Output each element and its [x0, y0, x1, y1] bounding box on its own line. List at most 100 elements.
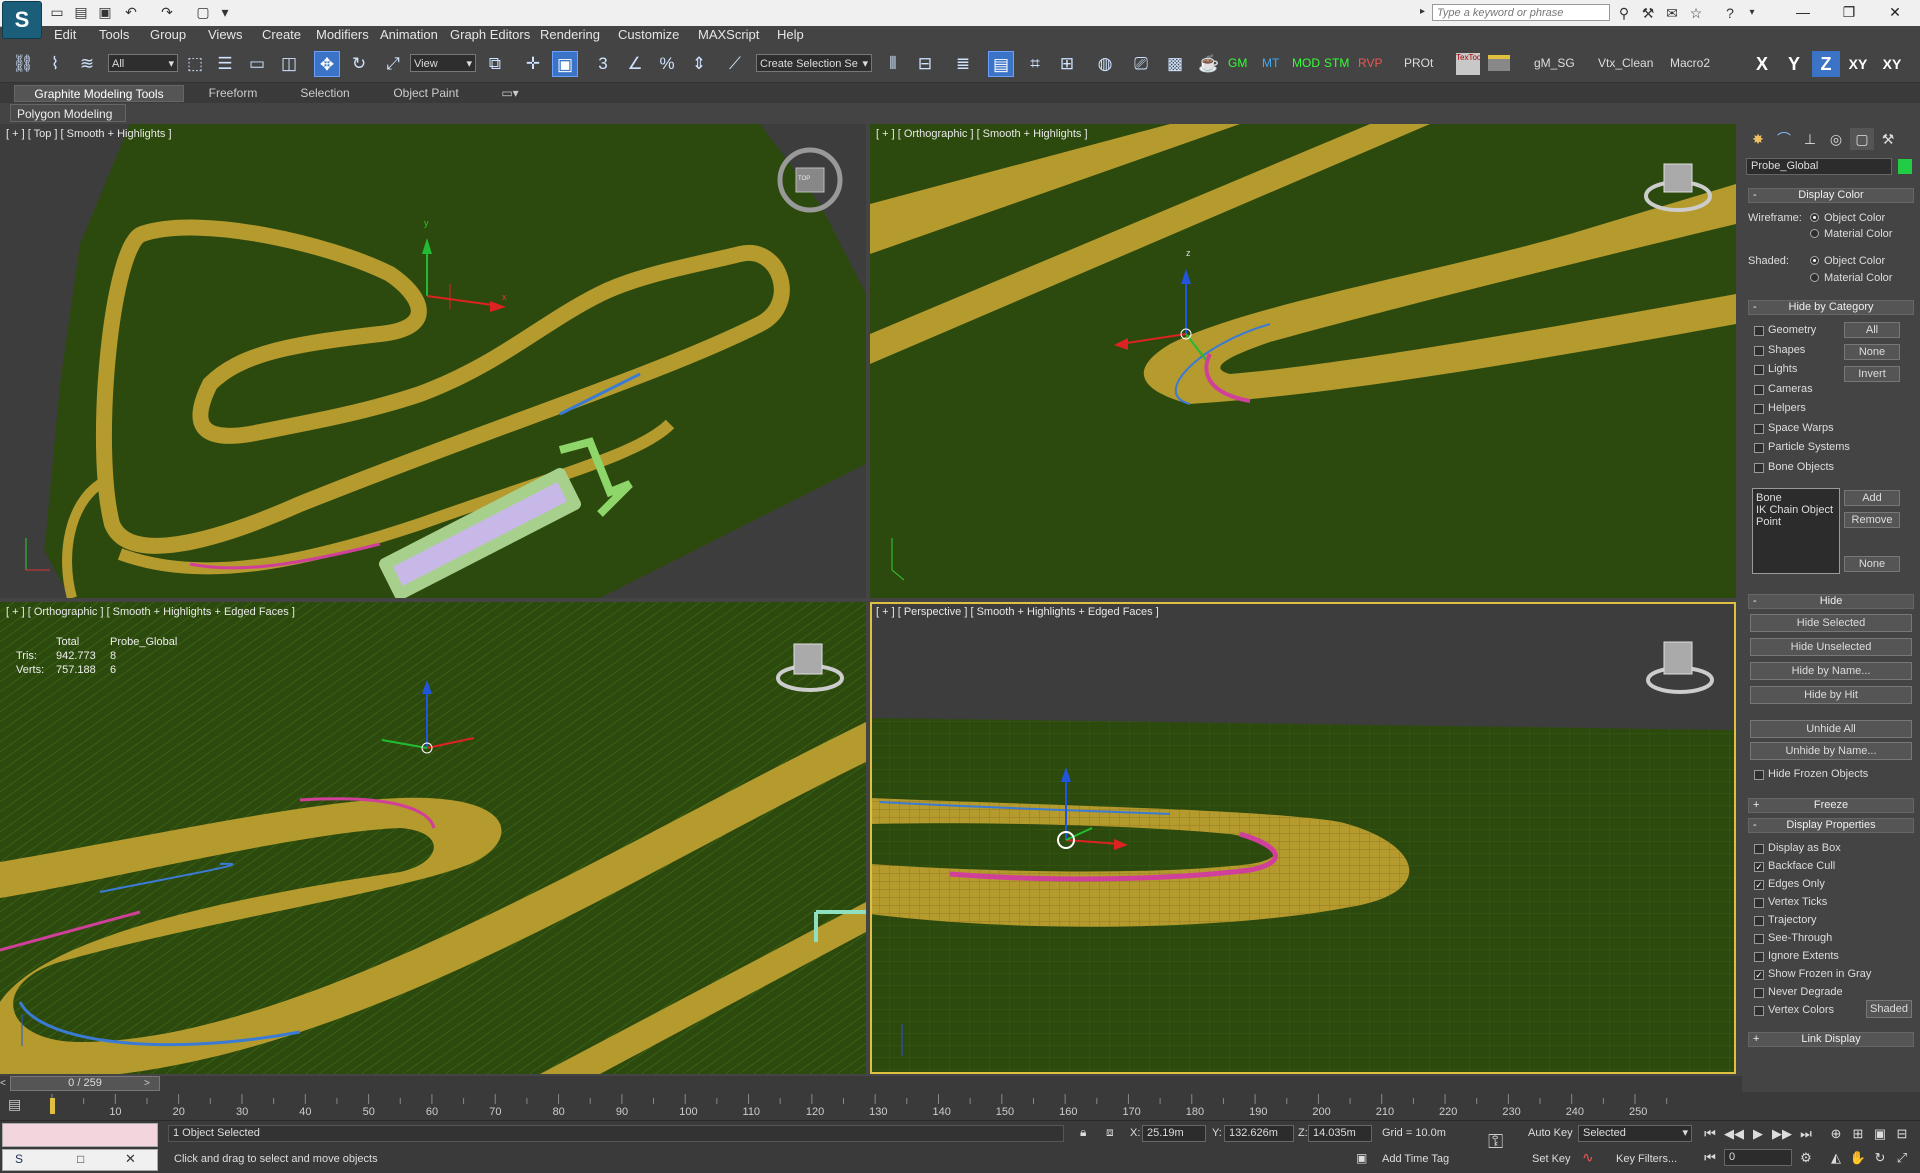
link-icon[interactable]: ⛓ — [10, 51, 36, 77]
save-icon[interactable]: ▣ — [96, 3, 114, 21]
maxscript-listener-field[interactable] — [2, 1123, 158, 1147]
material-editor-icon[interactable]: ◍ — [1092, 51, 1118, 77]
category-list[interactable]: Bone IK Chain Object Point — [1752, 488, 1840, 574]
rendered-frame-icon[interactable]: ▩ — [1162, 51, 1188, 77]
hide-by-hit-button[interactable]: Hide by Hit — [1750, 686, 1912, 704]
category-remove-button[interactable]: Remove — [1844, 512, 1900, 528]
curve-editor-icon[interactable]: ⌗ — [1022, 51, 1048, 77]
viewport-top-label[interactable]: [ + ] [ Top ] [ Smooth + Highlights ] — [6, 128, 172, 140]
auto-key-button[interactable]: Auto Key — [1528, 1127, 1573, 1139]
polygon-modeling-panel[interactable]: Polygon Modeling — [10, 104, 126, 122]
select-and-rotate-icon[interactable]: ↻ — [346, 51, 372, 77]
undo-icon[interactable]: ↶ — [122, 3, 140, 21]
percent-snap-icon[interactable]: % — [654, 51, 680, 77]
search-input[interactable]: Type a keyword or phrase — [1432, 4, 1610, 21]
named-selection-dropdown[interactable]: Create Selection Se ▾ — [756, 54, 872, 72]
window-crossing-icon[interactable]: ◫ — [276, 51, 302, 77]
script-rvp[interactable]: RVP — [1358, 56, 1382, 70]
category-none-button[interactable]: None — [1844, 344, 1900, 360]
checkbox-helpers[interactable] — [1754, 404, 1764, 414]
select-by-name-icon[interactable]: ☰ — [212, 51, 238, 77]
open-file-icon[interactable]: ▤ — [72, 3, 90, 21]
tab-object-paint[interactable]: Object Paint — [380, 85, 472, 102]
time-marker[interactable] — [50, 1098, 55, 1114]
time-configuration-icon[interactable]: ⚙ — [1796, 1149, 1816, 1167]
pivot-center-icon[interactable]: ⧉ — [482, 51, 508, 77]
script-prot[interactable]: PROt — [1404, 56, 1433, 70]
pan-icon[interactable]: ✋ — [1848, 1149, 1868, 1167]
checkbox-bone-objects[interactable] — [1754, 463, 1764, 473]
checkbox-cameras[interactable] — [1754, 385, 1764, 395]
checkbox-never-degrade[interactable] — [1754, 988, 1764, 998]
script-vtx-clean[interactable]: Vtx_Clean — [1598, 56, 1653, 70]
select-manipulate-icon[interactable]: ✛ — [520, 51, 546, 77]
rollout-display-color[interactable]: - Display Color — [1748, 188, 1914, 203]
viewport-perspective[interactable]: [ + ] [ Perspective ] [ Smooth + Highlig… — [870, 602, 1736, 1074]
rollout-link-display[interactable]: + Link Display — [1748, 1032, 1914, 1047]
angle-snap-icon[interactable]: ∠ — [622, 51, 648, 77]
minimize-button[interactable]: — — [1780, 0, 1826, 24]
render-teapot-icon[interactable]: ☕ — [1196, 51, 1222, 77]
z-coordinate-field[interactable]: 14.035m — [1308, 1125, 1372, 1142]
subscription-icon[interactable]: ⚒ — [1638, 3, 1658, 23]
binoculars-icon[interactable]: ⚲ — [1614, 3, 1634, 23]
shaded-material-color-radio[interactable] — [1810, 273, 1819, 282]
set-key-mode-icon[interactable]: ⚿ — [1488, 1131, 1503, 1154]
viewcube-top-icon[interactable]: TOP — [798, 176, 810, 182]
select-and-scale-icon[interactable]: ⤢ — [380, 51, 406, 77]
axis-z-button[interactable]: Z — [1812, 51, 1840, 77]
zoom-all-icon[interactable]: ⊞ — [1848, 1125, 1868, 1143]
set-key-button[interactable]: Set Key — [1532, 1153, 1571, 1165]
layer-manager-icon[interactable]: ≣ — [950, 51, 976, 77]
modify-tab-icon[interactable]: ⌒ — [1772, 128, 1796, 150]
select-and-move-icon[interactable]: ✥ — [314, 51, 340, 77]
mini-curve-editor-icon[interactable]: ▤ — [8, 1096, 21, 1113]
key-mode-dropdown[interactable]: Selected ▾ — [1578, 1125, 1692, 1142]
checkbox-space-warps[interactable] — [1754, 424, 1764, 434]
keyboard-shortcut-override-icon[interactable]: ▣ — [552, 51, 578, 77]
category-add-button[interactable]: Add — [1844, 490, 1900, 506]
viewport-orthographic-lower[interactable]: [ + ] [ Orthographic ] [ Smooth + Highli… — [0, 602, 866, 1074]
uv-tools-icon[interactable] — [1488, 55, 1510, 71]
x-coordinate-field[interactable]: 25.19m — [1142, 1125, 1206, 1142]
motion-tab-icon[interactable]: ◎ — [1824, 128, 1848, 150]
menu-graph-editors[interactable]: Graph Editors — [450, 26, 530, 44]
schematic-view-icon[interactable]: ⊞ — [1054, 51, 1080, 77]
create-tab-icon[interactable]: ✸ — [1746, 128, 1770, 150]
checkbox-edges-only[interactable]: ✓ — [1754, 880, 1764, 890]
y-coordinate-field[interactable]: 132.626m — [1224, 1125, 1294, 1142]
checkbox-shapes[interactable] — [1754, 346, 1764, 356]
object-color-swatch[interactable] — [1898, 159, 1912, 174]
viewport-ortho-upper-label[interactable]: [ + ] [ Orthographic ] [ Smooth + Highli… — [876, 128, 1088, 140]
zoom-icon[interactable]: ⊕ — [1826, 1125, 1846, 1143]
unhide-by-name-button[interactable]: Unhide by Name... — [1750, 742, 1912, 760]
rollout-hide[interactable]: - Hide — [1748, 594, 1914, 609]
go-to-start-icon[interactable]: ⏮ — [1700, 1125, 1720, 1143]
help-icon[interactable]: ? — [1720, 3, 1740, 23]
mirror-icon[interactable]: ⫴ — [880, 51, 906, 77]
project-folder-icon[interactable]: ▢ — [194, 3, 212, 21]
script-stm[interactable]: STM — [1324, 56, 1349, 70]
checkbox-display-as-box[interactable] — [1754, 844, 1764, 854]
redo-icon[interactable]: ↷ — [158, 3, 176, 21]
maximize-viewport-icon[interactable]: ⤢ — [1892, 1149, 1912, 1167]
category-invert-button[interactable]: Invert — [1844, 366, 1900, 382]
current-frame-field[interactable]: 0 — [1724, 1149, 1792, 1166]
script-mod[interactable]: MOD — [1292, 56, 1320, 70]
absolute-mode-icon[interactable]: ⧈ — [1106, 1125, 1114, 1140]
menu-modifiers[interactable]: Modifiers — [316, 26, 369, 44]
graphite-toggle-icon[interactable]: ▤ — [988, 51, 1014, 77]
checkbox-ignore-extents[interactable] — [1754, 952, 1764, 962]
rollout-freeze[interactable]: + Freeze — [1748, 798, 1914, 813]
time-tag-icon[interactable]: ▣ — [1356, 1151, 1367, 1165]
key-filters-button[interactable]: Key Filters... — [1616, 1153, 1677, 1165]
rollout-hide-by-category[interactable]: - Hide by Category — [1748, 300, 1914, 315]
hierarchy-tab-icon[interactable]: ⊥ — [1798, 128, 1822, 150]
orbit-icon[interactable]: ↻ — [1870, 1149, 1890, 1167]
category-all-button[interactable]: All — [1844, 322, 1900, 338]
list-item[interactable]: Bone — [1756, 492, 1836, 504]
wireframe-object-color-radio[interactable] — [1810, 213, 1819, 222]
hide-unselected-button[interactable]: Hide Unselected — [1750, 638, 1912, 656]
rollout-display-properties[interactable]: - Display Properties — [1748, 818, 1914, 833]
menu-views[interactable]: Views — [208, 26, 242, 44]
